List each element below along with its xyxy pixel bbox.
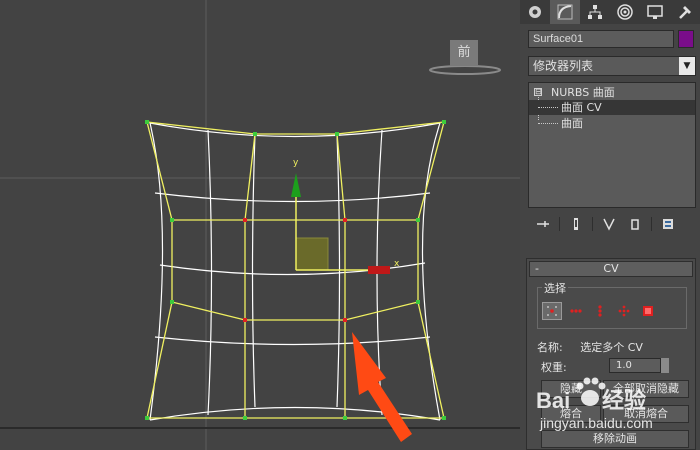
tab-utilities[interactable] — [670, 0, 700, 24]
tree-connector — [538, 107, 558, 108]
object-color-swatch[interactable] — [678, 30, 694, 48]
tab-display[interactable] — [640, 0, 670, 24]
cv-point-selected[interactable] — [343, 318, 347, 322]
toolbar-divider — [651, 217, 652, 231]
viewcube-ring[interactable] — [429, 65, 501, 75]
modify-icon — [557, 4, 573, 20]
make-unique-icon — [603, 218, 615, 231]
show-end-result-icon — [574, 218, 578, 230]
weight-spinner[interactable] — [661, 358, 669, 373]
tab-motion[interactable] — [610, 0, 640, 24]
select-row-column-button[interactable] — [614, 302, 634, 320]
stack-item-surface[interactable]: 曲面 — [529, 116, 695, 131]
rollout-title: CV — [603, 262, 619, 275]
all-cv-icon — [643, 306, 653, 316]
cv-rollout-header[interactable]: - CV — [529, 261, 693, 277]
select-cv-row-button[interactable] — [566, 302, 586, 320]
stack-item-nurbs-surface[interactable]: ⊟ NURBS 曲面 — [529, 85, 695, 100]
select-all-cv-button[interactable] — [638, 302, 658, 320]
cv-point[interactable] — [170, 300, 174, 304]
make-unique-button[interactable] — [596, 215, 622, 233]
select-cv-column-button[interactable] — [590, 302, 610, 320]
stack-item-label: NURBS 曲面 — [551, 86, 615, 99]
tab-hierarchy[interactable] — [580, 0, 610, 24]
modifier-stack: ⊟ NURBS 曲面 曲面 CV 曲面 — [528, 82, 696, 208]
command-panel-tabs — [520, 0, 700, 24]
pin-stack-button[interactable] — [530, 215, 556, 233]
gizmo-xy-plane[interactable] — [295, 237, 329, 271]
cv-point[interactable] — [253, 132, 257, 136]
toolbar-divider — [592, 217, 593, 231]
tab-modify[interactable] — [550, 0, 580, 24]
modifier-list-dropdown[interactable]: 修改器列表 ▼ — [528, 56, 696, 76]
cv-row-icon — [570, 309, 582, 313]
tab-create[interactable] — [520, 0, 550, 24]
cv-point[interactable] — [145, 120, 149, 124]
viewport-canvas[interactable]: y x — [0, 0, 520, 450]
cv-name-row: 名称: 选定多个 CV — [537, 339, 643, 355]
stack-item-label: 曲面 — [561, 117, 583, 130]
viewcube-front-face[interactable]: 前 — [450, 40, 478, 66]
cv-lattice-line — [146, 121, 445, 135]
gizmo-y-arrow[interactable] — [291, 173, 301, 197]
cv-point[interactable] — [416, 218, 420, 222]
gizmo-x-arrow[interactable] — [368, 266, 390, 274]
watermark-logo-text: Bai — [536, 388, 570, 413]
watermark-brand-cn: 经验 — [602, 388, 646, 413]
hierarchy-icon — [588, 5, 602, 19]
cv-point[interactable] — [442, 416, 446, 420]
display-icon — [647, 5, 663, 19]
pin-icon — [537, 221, 549, 227]
cv-point-selected[interactable] — [243, 318, 247, 322]
motion-icon — [617, 4, 633, 20]
callout-arrow-icon — [352, 332, 412, 442]
cv-name-label: 名称: — [537, 341, 563, 354]
cv-lattice-line — [171, 301, 419, 321]
select-single-cv-button[interactable] — [542, 302, 562, 320]
cv-point[interactable] — [442, 120, 446, 124]
selection-group-label: 选择 — [542, 280, 568, 296]
show-end-result-button[interactable] — [563, 215, 589, 233]
chevron-down-icon[interactable]: ▼ — [679, 57, 695, 75]
cv-point-selected[interactable] — [243, 218, 247, 222]
cv-point[interactable] — [145, 416, 149, 420]
cv-row-column-icon — [618, 305, 630, 317]
object-name-field[interactable]: Surface01 — [528, 30, 674, 48]
cv-point[interactable] — [335, 132, 339, 136]
cv-point-selected[interactable] — [343, 218, 347, 222]
remove-animation-button[interactable]: 移除动画 — [541, 430, 689, 448]
modifier-list-label: 修改器列表 — [533, 59, 594, 73]
cv-point[interactable] — [170, 218, 174, 222]
front-viewport[interactable]: y x 前 — [0, 0, 520, 450]
utilities-icon — [679, 6, 691, 19]
configure-icon — [663, 219, 673, 229]
stack-item-label: 曲面 CV — [561, 101, 602, 114]
baidu-jingyan-watermark: Bai 经验 jingyan.baidu.com — [536, 377, 653, 431]
cv-point[interactable] — [343, 416, 347, 420]
single-cv-icon — [547, 306, 557, 316]
cv-lattice-line — [146, 121, 173, 419]
weight-input[interactable]: 1.0 — [609, 358, 661, 373]
watermark-url: jingyan.baidu.com — [539, 415, 653, 431]
cv-point[interactable] — [243, 416, 247, 420]
tree-connector — [538, 123, 558, 124]
configure-sets-button[interactable] — [655, 215, 681, 233]
selection-group: 选择 — [537, 280, 687, 329]
remove-modifier-button[interactable] — [622, 215, 648, 233]
axis-x-label: x — [394, 259, 400, 269]
create-icon — [529, 6, 541, 18]
cv-name-value: 选定多个 CV — [580, 341, 643, 354]
toolbar-divider — [559, 217, 560, 231]
cv-column-icon — [598, 305, 602, 317]
axis-y-label: y — [293, 158, 299, 168]
cv-lattice-line — [417, 121, 445, 419]
stack-toolbar — [530, 214, 696, 234]
trash-icon — [631, 219, 639, 230]
cv-point[interactable] — [416, 300, 420, 304]
stack-item-surface-cv[interactable]: 曲面 CV — [529, 100, 695, 115]
